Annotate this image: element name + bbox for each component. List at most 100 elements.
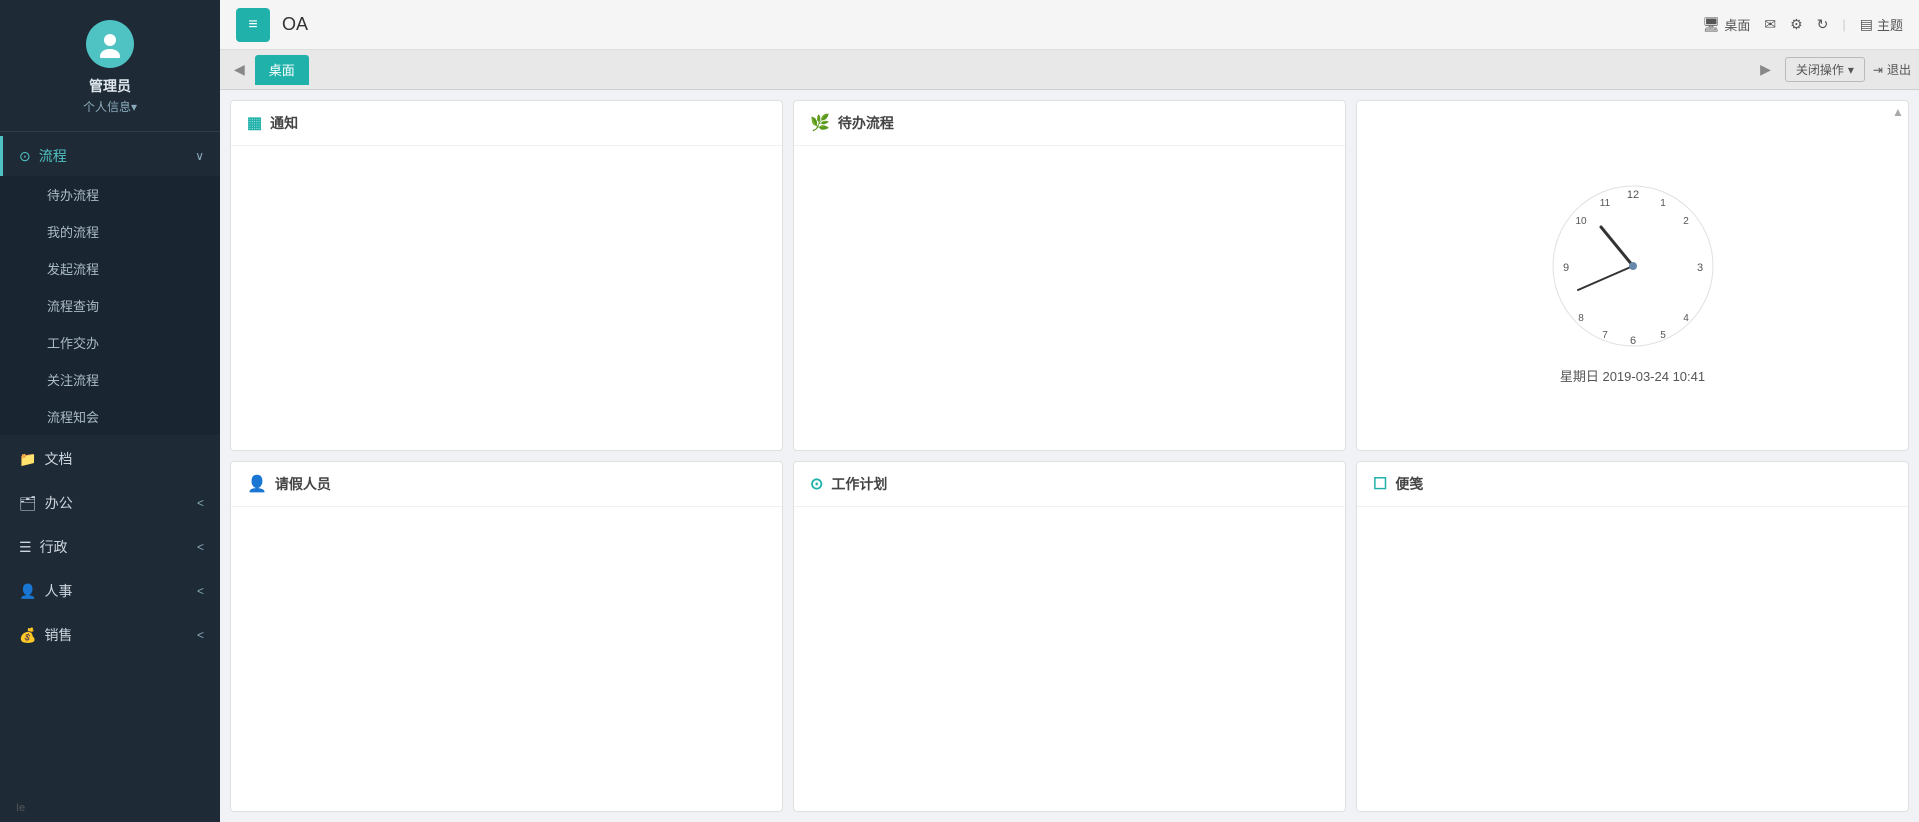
theme-icon: ▤ <box>1860 16 1873 33</box>
widget-notice: ▦ 通知 <box>230 100 783 451</box>
profile-link[interactable]: 个人信息▾ <box>83 98 137 115</box>
svg-text:3: 3 <box>1696 262 1702 274</box>
sidebar-item-office[interactable]: 🗂 办公 < <box>0 483 220 523</box>
sidebar-item-document[interactable]: 📁 文档 <box>0 439 220 479</box>
refresh-button[interactable]: ↻ <box>1817 16 1829 33</box>
username-label: 管理员 <box>89 76 131 96</box>
sidebar-item-work-transfer[interactable]: 工作交办 <box>0 324 220 361</box>
widget-leave-title: 请假人员 <box>275 474 331 494</box>
svg-text:2: 2 <box>1683 216 1689 227</box>
theme-button[interactable]: ▤ 主题 <box>1860 15 1903 34</box>
sidebar-item-label: 销售 <box>44 625 72 645</box>
sidebar-item-pending-process[interactable]: 待办流程 <box>0 176 220 213</box>
sidebar-item-follow-process[interactable]: 关注流程 <box>0 361 220 398</box>
widget-leave-body <box>231 507 782 811</box>
widget-sticky-note: ☐ 便笺 <box>1356 461 1909 812</box>
widget-sticky-note-body <box>1357 507 1908 811</box>
exit-button[interactable]: ⇥ 退出 <box>1873 61 1911 78</box>
sidebar-item-label: 流程 <box>39 146 67 166</box>
sidebar-item-admin[interactable]: ☰ 行政 < <box>0 527 220 567</box>
sidebar-item-label: 文档 <box>44 449 72 469</box>
sidebar: 管理员 个人信息▾ ⊙ 流程 ∨ 待办流程 我的流程 发起流程 流程查询 工作交… <box>0 0 220 822</box>
exit-icon: ⇥ <box>1873 63 1883 77</box>
sidebar-item-process[interactable]: ⊙ 流程 ∨ <box>0 136 220 176</box>
sidebar-bottom-text: Ie <box>0 794 220 822</box>
tab-desktop[interactable]: 桌面 <box>255 55 309 85</box>
sidebar-nav: ⊙ 流程 ∨ 待办流程 我的流程 发起流程 流程查询 工作交办 关注流程 流程知… <box>0 132 220 794</box>
sticky-note-icon: ☐ <box>1373 474 1387 494</box>
exit-label: 退出 <box>1887 61 1911 78</box>
sidebar-item-process-notice[interactable]: 流程知会 <box>0 398 220 435</box>
widget-pending-workflow: 🌿 待办流程 <box>793 100 1346 451</box>
sidebar-item-sales[interactable]: 💰 销售 < <box>0 615 220 655</box>
sidebar-item-process-query[interactable]: 流程查询 <box>0 287 220 324</box>
mail-button[interactable]: ✉ <box>1764 16 1776 33</box>
widget-pending-header: 🌿 待办流程 <box>794 101 1345 146</box>
widget-pending-title: 待办流程 <box>838 113 894 133</box>
monitor-icon: 🖥 <box>1703 16 1721 33</box>
close-operations-button[interactable]: 关闭操作 ▾ <box>1785 57 1865 82</box>
mail-icon: ✉ <box>1764 16 1776 33</box>
tabbar-right: ▶ 关闭操作 ▾ ⇥ 退出 <box>1754 57 1911 82</box>
widget-clock: 12 3 6 9 2 4 8 10 1 11 7 5 <box>1356 100 1909 451</box>
chevron-down-icon: ▾ <box>1848 63 1854 77</box>
chevron-left-icon: < <box>197 496 204 510</box>
svg-text:10: 10 <box>1575 216 1587 227</box>
settings-button[interactable]: ⚙ <box>1790 16 1803 33</box>
sidebar-item-my-process[interactable]: 我的流程 <box>0 213 220 250</box>
widget-leave-header: 👤 请假人员 <box>231 462 782 507</box>
svg-text:4: 4 <box>1683 313 1689 324</box>
svg-text:6: 6 <box>1629 335 1635 347</box>
nav-section-process: ⊙ 流程 ∨ 待办流程 我的流程 发起流程 流程查询 工作交办 关注流程 流程知… <box>0 136 220 435</box>
main-area: ≡ OA 🖥 桌面 ✉ ⚙ ↻ | ▤ 主题 ◀ 桌面 <box>220 0 1919 822</box>
nav-section-hr: 👤 人事 < <box>0 571 220 611</box>
svg-text:1: 1 <box>1660 198 1666 209</box>
nav-section-office: 🗂 办公 < <box>0 483 220 523</box>
svg-text:5: 5 <box>1660 330 1666 341</box>
widget-sticky-note-title: 便笺 <box>1395 474 1423 494</box>
topbar-right-actions: 🖥 桌面 ✉ ⚙ ↻ | ▤ 主题 <box>1703 15 1903 34</box>
tab-prev-button[interactable]: ◀ <box>228 59 251 80</box>
widget-work-plan-body <box>794 507 1345 811</box>
widget-work-plan: ⊙ 工作计划 <box>793 461 1346 812</box>
topbar: ≡ OA 🖥 桌面 ✉ ⚙ ↻ | ▤ 主题 <box>220 0 1919 50</box>
refresh-icon: ↻ <box>1817 16 1829 33</box>
sidebar-item-start-process[interactable]: 发起流程 <box>0 250 220 287</box>
desktop-button[interactable]: 🖥 桌面 <box>1703 15 1751 34</box>
svg-text:8: 8 <box>1578 313 1584 324</box>
widget-work-plan-title: 工作计划 <box>831 474 887 494</box>
tabbar: ◀ 桌面 ▶ 关闭操作 ▾ ⇥ 退出 <box>220 50 1919 90</box>
theme-label: 主题 <box>1877 15 1903 34</box>
svg-text:12: 12 <box>1626 189 1638 201</box>
app-title: OA <box>282 14 308 35</box>
list-icon: ☰ <box>19 539 32 556</box>
sidebar-user-section: 管理员 个人信息▾ <box>0 0 220 132</box>
avatar <box>86 20 134 68</box>
gear-icon: ⚙ <box>1790 16 1803 33</box>
nav-section-sales: 💰 销售 < <box>0 615 220 655</box>
money-icon: 💰 <box>19 627 36 644</box>
process-icon: ⊙ <box>19 148 31 165</box>
chevron-left-icon-4: < <box>197 628 204 642</box>
widget-clock-body: 12 3 6 9 2 4 8 10 1 11 7 5 <box>1357 101 1908 450</box>
sidebar-item-hr[interactable]: 👤 人事 < <box>0 571 220 611</box>
desktop-label: 桌面 <box>1724 15 1750 34</box>
svg-text:7: 7 <box>1602 330 1608 341</box>
sidebar-item-label: 人事 <box>44 581 72 601</box>
topbar-divider: | <box>1842 17 1845 32</box>
widget-work-plan-header: ⊙ 工作计划 <box>794 462 1345 507</box>
svg-text:11: 11 <box>1599 198 1610 209</box>
sidebar-item-label: 办公 <box>45 493 73 513</box>
clock-icon: ⊙ <box>810 474 823 494</box>
widget-notice-title: 通知 <box>270 113 298 133</box>
folder-icon: 📁 <box>19 451 36 468</box>
clock-datetime: 星期日 2019-03-24 10:41 <box>1560 366 1705 385</box>
widget-notice-body <box>231 146 782 450</box>
nav-section-admin: ☰ 行政 < <box>0 527 220 567</box>
hamburger-button[interactable]: ≡ <box>236 8 270 42</box>
chevron-left-icon-3: < <box>197 584 204 598</box>
person-leave-icon: 👤 <box>247 474 267 494</box>
tab-next-button[interactable]: ▶ <box>1754 59 1777 80</box>
nav-section-document: 📁 文档 <box>0 439 220 479</box>
scroll-up-button[interactable]: ▲ <box>1892 105 1904 119</box>
